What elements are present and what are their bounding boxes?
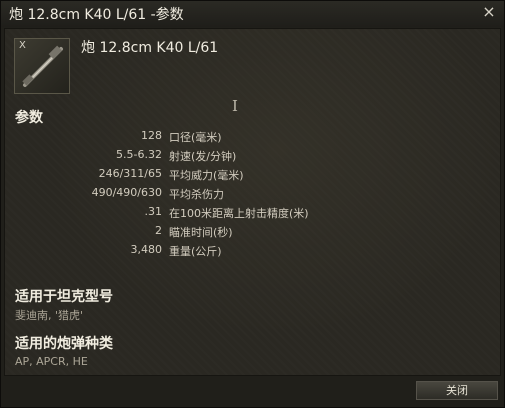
stat-row-rate-of-fire: 5.5-6.32 射速(发/分钟)	[5, 148, 502, 166]
window-title: 炮 12.8cm K40 L/61 -参数	[9, 7, 184, 23]
gun-name: 炮 12.8cm K40 L/61	[81, 40, 219, 56]
stat-row-aim-time: 2 瞄准时间(秒)	[5, 224, 502, 242]
stat-row-weight: 3,480 重量(公斤)	[5, 243, 502, 261]
stat-value: 2	[155, 224, 162, 237]
stat-label: 瞄准时间(秒)	[169, 226, 233, 239]
stat-label: 射速(发/分钟)	[169, 150, 237, 163]
stat-row-accuracy: .31 在100米距离上射击精度(米)	[5, 205, 502, 223]
ammo-types-heading: 适用的炮弹种类	[15, 336, 113, 352]
gun-info-window: 炮 12.8cm K40 L/61 -参数 × X 炮 12.8cm K40 L…	[0, 0, 505, 408]
compatible-tanks-list: 斐迪南, '猎虎'	[15, 309, 84, 322]
stat-value: 5.5-6.32	[116, 148, 162, 161]
gun-icon: X	[14, 38, 70, 94]
content-panel: X 炮 12.8cm K40 L/61 I 参数 128 口径(毫米) 5.5-…	[4, 28, 501, 376]
stat-label: 平均威力(毫米)	[169, 169, 244, 182]
close-icon[interactable]: ×	[480, 3, 498, 21]
stat-row-caliber: 128 口径(毫米)	[5, 129, 502, 147]
stat-value: .31	[144, 205, 163, 218]
ammo-types-list: AP, APCR, HE	[15, 355, 88, 368]
stat-value: 128	[141, 129, 162, 142]
compatible-tanks-heading: 适用于坦克型号	[15, 289, 113, 305]
stat-value: 3,480	[130, 243, 163, 256]
stat-label: 重量(公斤)	[169, 245, 222, 258]
text-cursor-icon: I	[232, 97, 238, 115]
stat-row-damage: 490/490/630 平均杀伤力	[5, 186, 502, 204]
tier-badge: X	[19, 40, 26, 51]
stat-row-penetration: 246/311/65 平均威力(毫米)	[5, 167, 502, 185]
title-bar: 炮 12.8cm K40 L/61 -参数 ×	[1, 1, 504, 27]
close-button[interactable]: 关闭	[416, 381, 498, 400]
stat-value: 490/490/630	[91, 186, 162, 199]
stat-label: 平均杀伤力	[169, 188, 224, 201]
stat-value: 246/311/65	[98, 167, 162, 180]
params-heading: 参数	[15, 110, 43, 126]
stat-label: 口径(毫米)	[169, 131, 222, 144]
stat-label: 在100米距离上射击精度(米)	[169, 207, 309, 220]
